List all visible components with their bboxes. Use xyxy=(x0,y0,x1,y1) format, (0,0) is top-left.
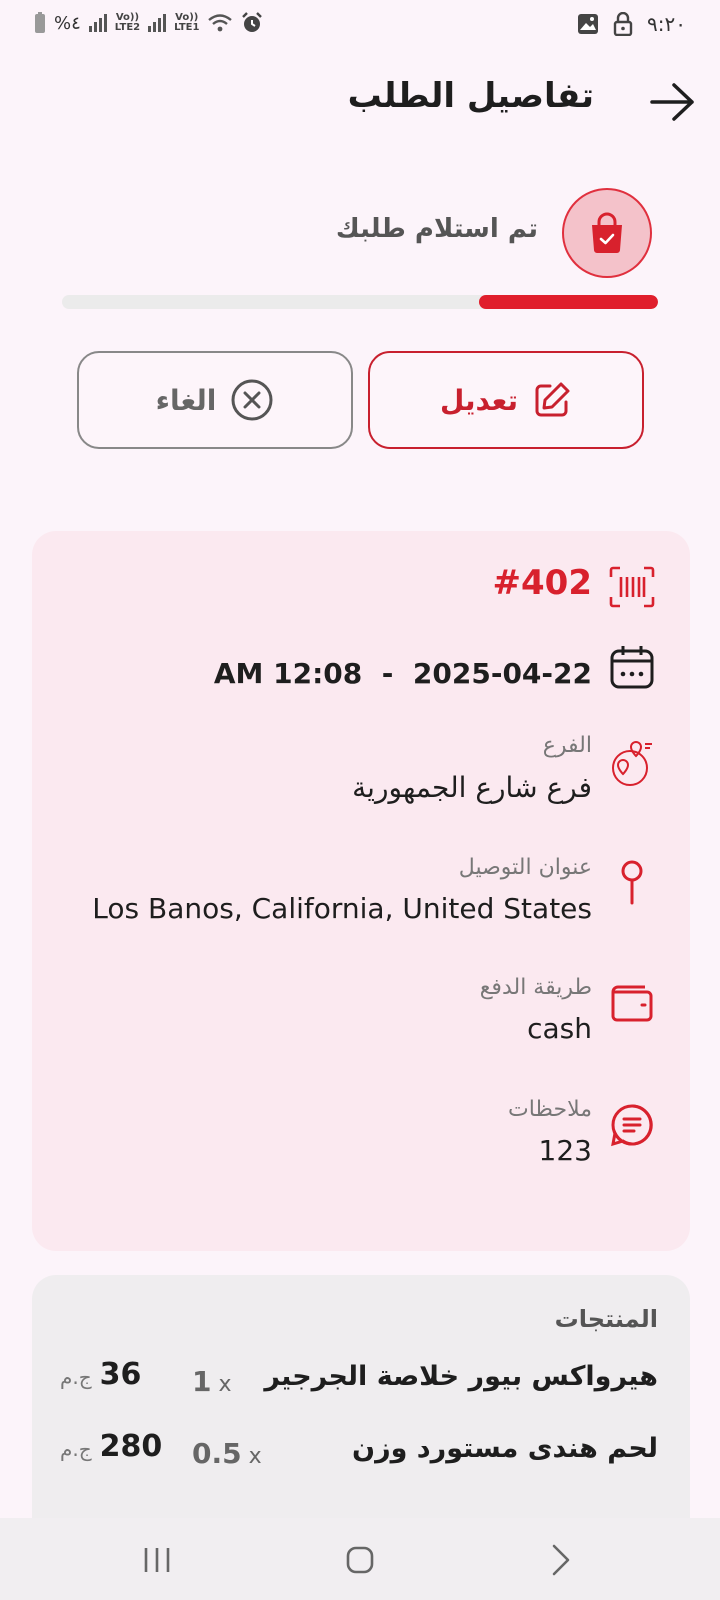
battery-percent: %٤ xyxy=(54,12,81,34)
signal-icon xyxy=(88,14,107,32)
calendar-icon xyxy=(606,641,658,693)
page-title: تفاصيل الطلب xyxy=(347,76,594,116)
payment-method-label: طريقة الدفع xyxy=(479,975,592,1000)
branch-location-icon xyxy=(606,737,658,789)
order-progress-fill xyxy=(479,295,658,309)
notes-value: 123 xyxy=(538,1134,592,1167)
order-status-badge xyxy=(562,188,652,278)
cancel-order-button[interactable]: الغاء xyxy=(77,351,353,449)
sim1-indicator: Vo)) LTE1 xyxy=(174,12,200,33)
close-circle-icon xyxy=(231,379,273,421)
order-progress-bar xyxy=(62,295,658,309)
product-name: لحم هندى مستورد وزن xyxy=(352,1433,658,1464)
wallet-icon xyxy=(606,977,658,1029)
payment-method-value: cash xyxy=(527,1012,592,1045)
cancel-button-label: الغاء xyxy=(155,383,217,417)
image-icon xyxy=(578,14,599,34)
barcode-icon xyxy=(606,561,658,613)
product-quantity: 1 x xyxy=(192,1365,232,1398)
delivery-address-label: عنوان التوصيل xyxy=(458,855,592,880)
edit-order-button[interactable]: تعديل xyxy=(368,351,644,449)
product-row: لحم هندى مستورد وزن 0.5 x 280 ج.م xyxy=(60,1429,658,1473)
battery-icon xyxy=(35,12,45,33)
product-price: 36 ج.م xyxy=(60,1357,142,1392)
edit-icon xyxy=(535,382,570,417)
branch-label: الفرع xyxy=(542,733,592,758)
status-bar-left: %٤ Vo)) LTE2 Vo)) LTE1 xyxy=(34,12,263,34)
notes-icon xyxy=(606,1099,658,1151)
shopping-bag-check-icon xyxy=(592,212,622,253)
signal-icon xyxy=(148,14,167,32)
status-bar: %٤ Vo)) LTE2 Vo)) LTE1 ٩:٢٠ xyxy=(0,0,720,56)
lock-icon xyxy=(613,12,633,36)
delivery-address-value: Los Banos, California, United States xyxy=(92,892,592,925)
order-date: 2025-04-22 xyxy=(412,657,592,690)
status-bar-right: ٩:٢٠ xyxy=(577,12,686,36)
back-arrow-icon[interactable] xyxy=(648,80,698,124)
product-quantity: 0.5 x xyxy=(192,1437,262,1470)
branch-value: فرع شارع الجمهورية xyxy=(352,771,592,804)
product-name: هيرواكس بيور خلاصة الجرجير xyxy=(264,1361,658,1392)
back-nav-icon[interactable] xyxy=(540,1540,580,1580)
recent-apps-icon[interactable] xyxy=(137,1540,177,1580)
alarm-icon xyxy=(242,12,263,32)
products-card: المنتجات هيرواكس بيور خلاصة الجرجير 1 x … xyxy=(32,1275,690,1535)
products-heading: المنتجات xyxy=(554,1305,658,1333)
order-details-card: #402 AM 12:08 - 2025-04-22 الفرع فرع شار… xyxy=(32,531,690,1251)
clock: ٩:٢٠ xyxy=(647,12,686,36)
sim2-indicator: Vo)) LTE2 xyxy=(114,12,141,33)
system-nav-bar xyxy=(0,1518,720,1600)
edit-button-label: تعديل xyxy=(440,383,518,417)
wifi-icon xyxy=(208,14,233,32)
home-icon[interactable] xyxy=(340,1540,380,1580)
notes-label: ملاحظات xyxy=(508,1097,592,1122)
order-datetime: AM 12:08 - 2025-04-22 xyxy=(213,657,592,690)
order-time: AM 12:08 xyxy=(213,657,363,690)
product-price: 280 ج.م xyxy=(60,1429,163,1464)
product-row: هيرواكس بيور خلاصة الجرجير 1 x 36 ج.م xyxy=(60,1357,658,1401)
location-pin-icon xyxy=(606,857,658,909)
order-number: #402 xyxy=(492,563,592,603)
order-status-text: تم استلام طلبك xyxy=(335,214,538,244)
